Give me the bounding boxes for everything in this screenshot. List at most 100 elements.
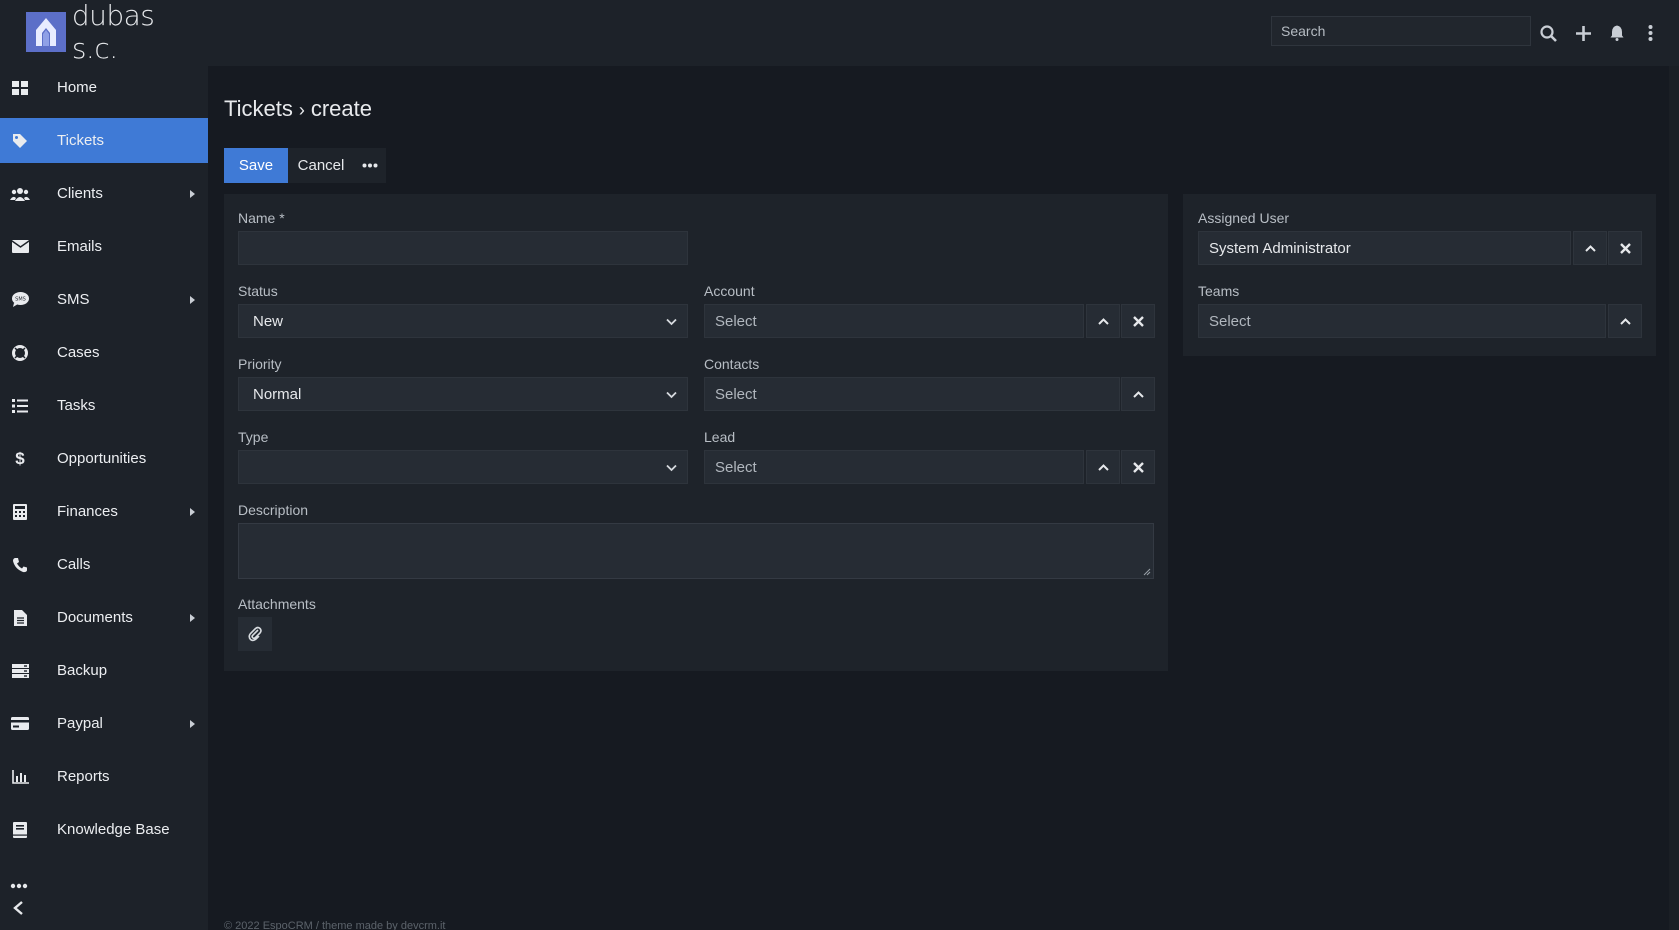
tag-icon [10,131,30,151]
sidebar-item-documents[interactable]: Documents [0,595,208,640]
description-label: Description [238,502,309,518]
list-icon [10,396,30,416]
chevron-down-icon [666,459,677,476]
sidebar-item-label: Documents [57,609,133,626]
brand-logo[interactable]: dubas s.c. [0,0,208,65]
server-icon [10,661,30,681]
plus-icon[interactable] [1574,24,1592,42]
sidebar-item-label: Clients [57,185,103,202]
sidebar-item-tickets[interactable]: Tickets [0,118,208,163]
sidebar-item-backup[interactable]: Backup [0,648,208,693]
sidebar-item-label: Reports [57,768,110,785]
footer-text: © 2022 EspoCRM / theme made by devcrm.it [224,920,446,930]
close-icon [1619,242,1631,254]
sidebar-item-label: Home [57,79,98,96]
lead-label: Lead [704,429,736,445]
teams-input[interactable]: Select [1198,304,1606,338]
envelope-icon [10,237,30,257]
breadcrumb-separator: › [298,100,305,120]
svg-text:SMS: SMS [15,297,26,303]
assignment-panel: Assigned User System Administrator Teams… [1183,194,1656,356]
action-buttons: Save Cancel [224,148,386,183]
caret-right-icon [190,507,195,516]
teams-select-button[interactable] [1608,304,1642,338]
contacts-input[interactable]: Select [704,377,1120,411]
cancel-button[interactable]: Cancel [288,148,354,183]
chevron-left-icon[interactable] [12,900,24,921]
status-label: Status [238,283,278,299]
page-scrollbar[interactable] [1669,66,1679,930]
sidebar-item-sms[interactable]: SMS SMS [0,277,208,322]
breadcrumb-module[interactable]: Tickets [224,96,293,121]
sidebar-item-label: Knowledge Base [57,821,170,838]
save-button[interactable]: Save [224,148,288,183]
caret-right-icon [190,189,195,198]
calculator-icon [10,502,30,522]
sidebar-item-tasks[interactable]: Tasks [0,383,208,428]
phone-icon [10,555,30,575]
more-actions-button[interactable] [354,148,386,183]
assigned-user-label: Assigned User [1198,210,1290,226]
caret-right-icon [190,613,195,622]
sidebar-item-knowledge-base[interactable]: Knowledge Base [0,807,208,852]
more-horizontal-icon[interactable] [10,876,28,894]
sidebar-item-home[interactable]: Home [0,65,208,110]
resize-handle-icon[interactable] [1143,568,1151,576]
search-input[interactable] [1271,16,1531,46]
dollar-icon: $ [15,448,25,468]
sidebar-item-paypal[interactable]: Paypal [0,701,208,746]
assigned-user-clear-button[interactable] [1608,231,1642,265]
sidebar: dubas s.c. Home Tickets Clients Emails S… [0,0,208,930]
attach-file-button[interactable] [238,617,272,651]
description-textarea[interactable] [238,523,1154,579]
paperclip-icon [248,626,262,642]
lead-clear-button[interactable] [1121,450,1155,484]
contacts-select-button[interactable] [1121,377,1155,411]
type-select[interactable] [238,450,688,484]
grid-icon [10,78,30,98]
close-icon [1132,461,1144,473]
sidebar-item-calls[interactable]: Calls [0,542,208,587]
chevron-down-icon [666,386,677,403]
bar-chart-icon [10,767,30,787]
bell-icon[interactable] [1608,24,1626,42]
chevron-up-icon [1097,317,1109,325]
search-icon[interactable] [1539,24,1557,42]
account-select-button[interactable] [1086,304,1120,338]
name-input[interactable] [238,231,688,265]
status-select[interactable]: New [238,304,688,338]
contacts-label: Contacts [704,356,760,372]
brand-name: dubas s.c. [71,0,155,65]
topbar [208,0,1679,66]
sidebar-item-label: Tickets [57,132,104,149]
priority-label: Priority [238,356,282,372]
account-clear-button[interactable] [1121,304,1155,338]
caret-right-icon [190,295,195,304]
logo-icon [26,12,66,52]
priority-select[interactable]: Normal [238,377,688,411]
sidebar-item-label: Opportunities [57,450,147,467]
status-value: New [253,312,284,330]
chevron-up-icon [1132,390,1144,398]
name-label: Name * [238,210,285,226]
lead-input[interactable]: Select [704,450,1084,484]
sidebar-item-cases[interactable]: Cases [0,330,208,375]
more-vertical-icon[interactable] [1641,24,1659,42]
sidebar-item-finances[interactable]: Finances [0,489,208,534]
lead-select-button[interactable] [1086,450,1120,484]
sidebar-item-opportunities[interactable]: $ Opportunities [0,436,208,481]
sidebar-item-reports[interactable]: Reports [0,754,208,799]
sidebar-item-label: Finances [57,503,118,520]
assigned-user-input[interactable]: System Administrator [1198,231,1571,265]
chevron-up-icon [1584,244,1596,252]
sidebar-item-label: Tasks [57,397,96,414]
account-input[interactable]: Select [704,304,1084,338]
sidebar-item-emails[interactable]: Emails [0,224,208,269]
chevron-up-icon [1619,317,1631,325]
sidebar-item-clients[interactable]: Clients [0,171,208,216]
type-label: Type [238,429,269,445]
sidebar-item-label: Emails [57,238,103,255]
breadcrumb-action: create [310,96,373,121]
chevron-down-icon [666,313,677,330]
assigned-user-select-button[interactable] [1573,231,1607,265]
